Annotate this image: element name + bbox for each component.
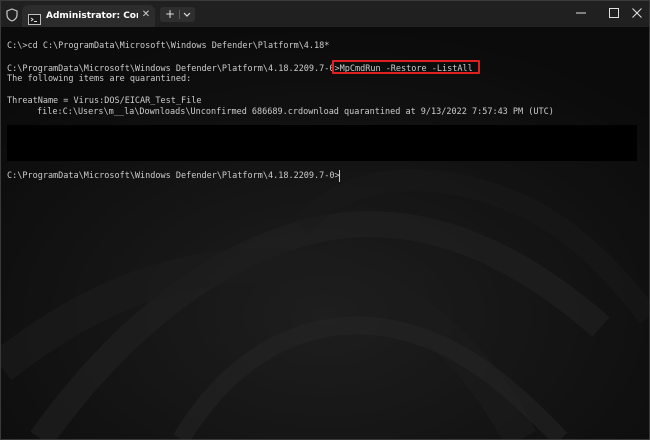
new-tab-group: + (160, 7, 195, 22)
maximize-icon (609, 8, 619, 18)
prompt-line: C:\ProgramData\Microsoft\Windows Defende… (7, 171, 340, 181)
text-cursor (339, 170, 340, 182)
window-close-icon (632, 8, 642, 18)
terminal-line: file:C:\Users\m__la\Downloads\Unconfirme… (37, 107, 554, 117)
plus-icon[interactable]: + (164, 7, 176, 22)
shield-icon (6, 7, 18, 22)
background-wallpaper (1, 27, 649, 439)
minimize-button[interactable] (564, 1, 598, 25)
chevron-down-icon[interactable] (182, 7, 192, 22)
title-bar: Administrator: Command Pro ✕ + (1, 1, 649, 27)
terminal-window: Administrator: Command Pro ✕ + (0, 0, 650, 440)
tab-command-prompt[interactable]: Administrator: Command Pro ✕ (22, 5, 155, 27)
redacted-region (7, 125, 637, 161)
close-icon[interactable]: ✕ (139, 8, 153, 22)
tab-title: Administrator: Command Pro (46, 11, 138, 21)
minimize-icon (576, 12, 586, 14)
new-tab-divider (179, 10, 180, 19)
terminal-line: C:\>cd C:\ProgramData\Microsoft\Windows … (7, 41, 330, 51)
terminal-line: The following items are quarantined: (7, 74, 192, 84)
cmd-icon (28, 10, 41, 25)
terminal-output[interactable]: C:\>cd C:\ProgramData\Microsoft\Windows … (1, 27, 649, 439)
command-highlight-box (332, 60, 480, 74)
window-close-button[interactable] (626, 1, 649, 25)
